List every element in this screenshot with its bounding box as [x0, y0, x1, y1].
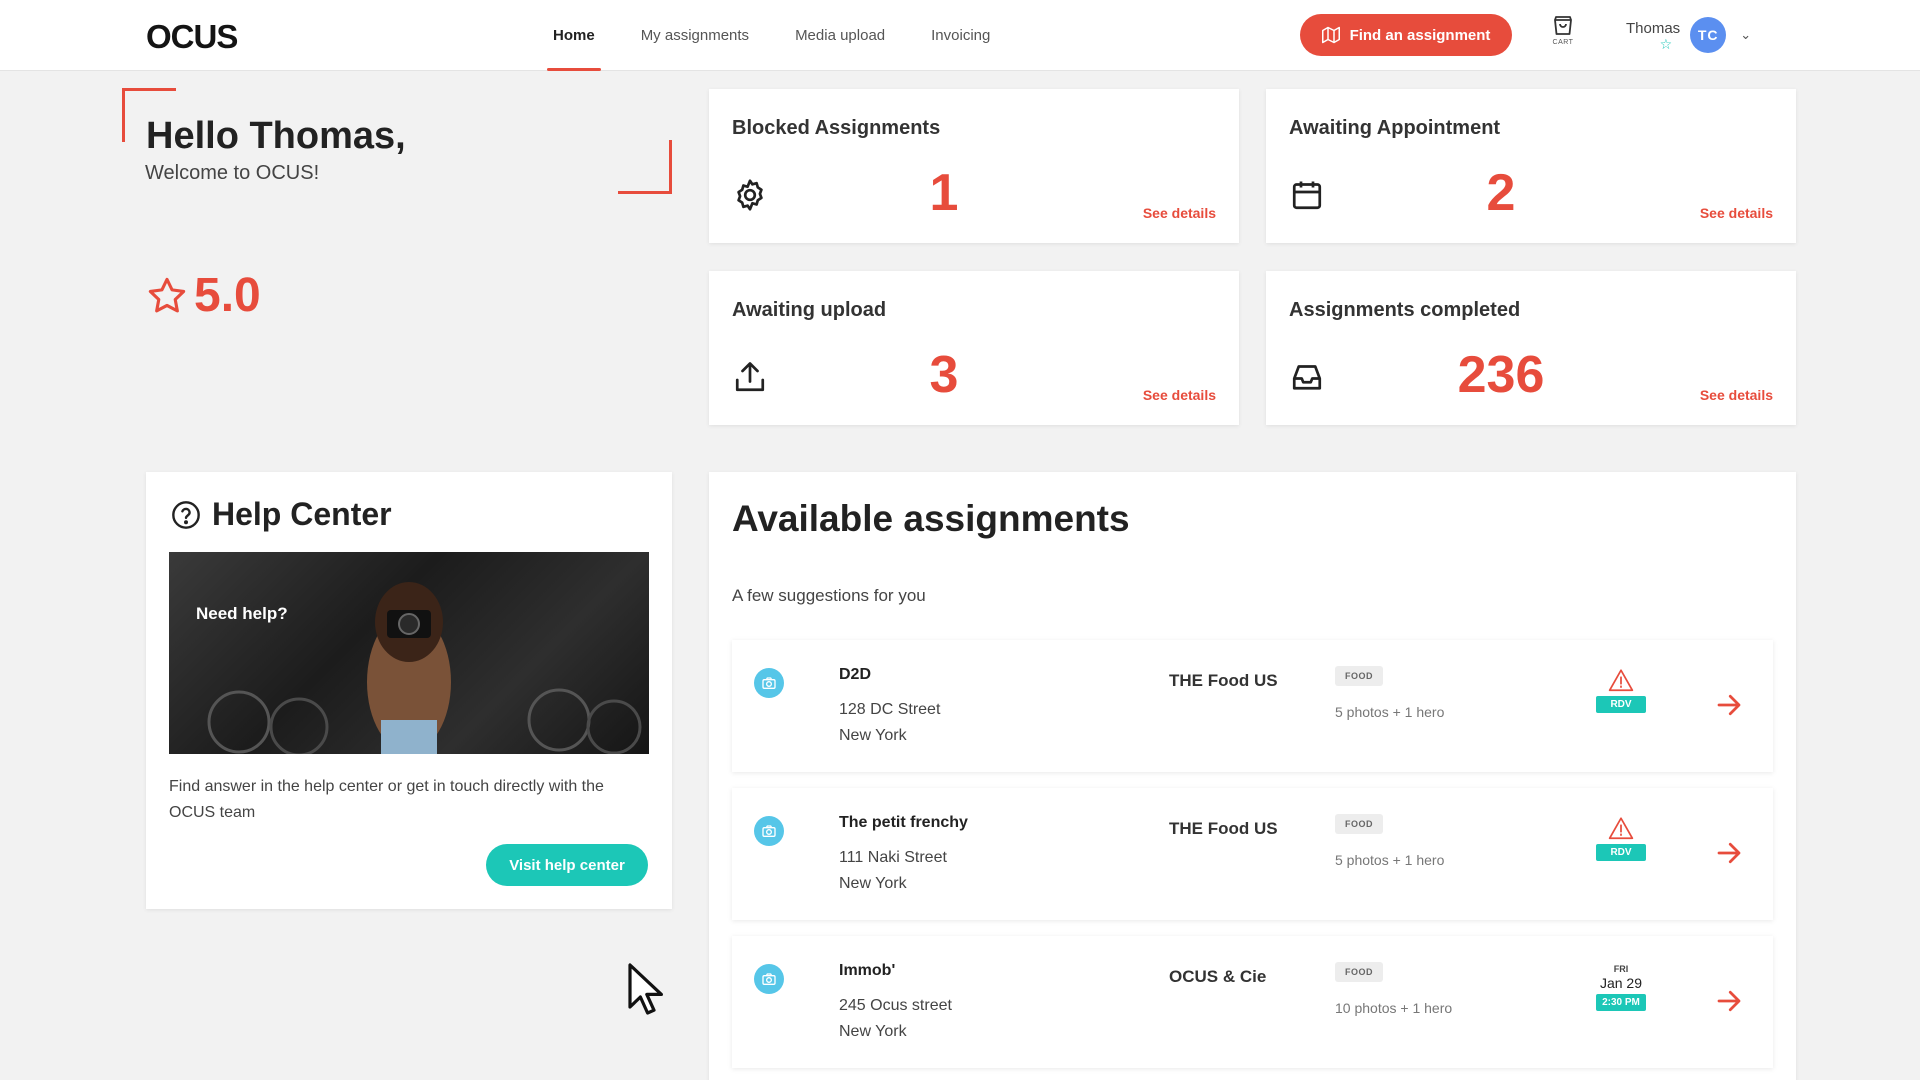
- photo-count: 10 photos + 1 hero: [1335, 1000, 1453, 1016]
- arrow-right-icon[interactable]: [1714, 838, 1744, 868]
- warning-icon: [1608, 669, 1634, 692]
- help-center-card: Help Center Need help? Find answer in th…: [146, 472, 672, 909]
- photographer-illustration: [207, 582, 642, 754]
- stat-card-awaiting-appointment: Awaiting Appointment 2 See details: [1266, 89, 1796, 243]
- stat-title: Awaiting upload: [732, 299, 887, 321]
- stat-title: Awaiting Appointment: [1289, 117, 1501, 139]
- stat-card-awaiting-upload: Awaiting upload 3 See details: [709, 271, 1239, 425]
- stat-value: 3: [929, 346, 959, 404]
- main-nav: Home My assignments Media upload Invoici…: [530, 0, 1013, 71]
- assignment-status: RDV: [1595, 668, 1647, 713]
- stat-card-completed: Assignments completed 236 See details: [1266, 271, 1796, 425]
- help-center-title-text: Help Center: [212, 496, 392, 532]
- photo-count: 5 photos + 1 hero: [1335, 852, 1445, 868]
- cart-button[interactable]: CART: [1548, 14, 1578, 56]
- avatar[interactable]: TC: [1690, 17, 1727, 53]
- photo-count: 5 photos + 1 hero: [1335, 704, 1445, 720]
- nav-my-assignments[interactable]: My assignments: [618, 0, 772, 71]
- stat-value: 2: [1486, 164, 1516, 222]
- see-details-link[interactable]: See details: [1143, 205, 1216, 221]
- camera-icon: [754, 668, 784, 698]
- rdv-badge: RDV: [1596, 696, 1646, 713]
- help-image-caption: Need help?: [196, 604, 288, 623]
- available-assignments-card: Available assignments A few suggestions …: [709, 472, 1796, 1080]
- find-assignment-label: Find an assignment: [1349, 26, 1491, 44]
- upload-icon: [735, 362, 765, 392]
- stat-value: 1: [929, 164, 959, 222]
- assignment-city: New York: [839, 727, 907, 744]
- appointment-time: 2:30 PM: [1596, 994, 1646, 1011]
- appointment-day: FRI: [1613, 964, 1629, 974]
- assignment-status: RDV: [1595, 816, 1647, 861]
- arrow-right-icon[interactable]: [1714, 690, 1744, 720]
- assignment-name: Immob': [839, 962, 896, 979]
- assignment-city: New York: [839, 875, 907, 892]
- stat-title: Assignments completed: [1289, 299, 1521, 321]
- calendar-icon: [1292, 181, 1322, 210]
- user-name: Thomas: [1626, 19, 1681, 37]
- assignment-client: THE Food US: [1169, 819, 1278, 838]
- decorative-corner-bottom-right: [618, 140, 672, 194]
- assignment-row[interactable]: The petit frenchy 111 Naki Street New Yo…: [732, 788, 1773, 920]
- map-icon: [1321, 26, 1340, 44]
- mouse-cursor-icon: [628, 963, 663, 1015]
- chevron-down-icon[interactable]: ⌄: [1740, 27, 1751, 43]
- find-assignment-button[interactable]: Find an assignment: [1300, 14, 1512, 56]
- assignment-street: 128 DC Street: [839, 701, 941, 718]
- assignment-client: OCUS & Cie: [1169, 967, 1267, 986]
- nav-home[interactable]: Home: [530, 0, 618, 71]
- appointment-date: FRI Jan 29 2:30 PM: [1595, 964, 1647, 1011]
- help-center-description: Find answer in the help center or get in…: [169, 778, 604, 821]
- available-assignments-title: Available assignments: [732, 498, 1130, 539]
- category-tag: FOOD: [1335, 962, 1383, 982]
- warning-icon: [1608, 817, 1634, 840]
- help-center-image: Need help?: [169, 552, 649, 754]
- stat-title: Blocked Assignments: [732, 117, 941, 139]
- see-details-link[interactable]: See details: [1700, 387, 1773, 403]
- stat-value: 236: [1457, 346, 1545, 404]
- cart-icon: [1554, 16, 1572, 35]
- user-name-block: Thomas ☆: [1626, 20, 1680, 51]
- rating: 5.0: [146, 268, 261, 323]
- rating-value: 5.0: [194, 269, 261, 322]
- assignment-city: New York: [839, 1023, 907, 1040]
- camera-icon: [754, 816, 784, 846]
- camera-icon: [754, 964, 784, 994]
- cart-label: CART: [1552, 39, 1574, 46]
- gear-icon: [737, 179, 763, 211]
- category-tag: FOOD: [1335, 814, 1383, 834]
- welcome-subtitle: Welcome to OCUS!: [145, 162, 320, 184]
- user-star-icon: ☆: [1659, 35, 1673, 52]
- appointment-date-text: Jan 29: [1599, 975, 1643, 991]
- visit-help-center-button[interactable]: Visit help center: [486, 844, 648, 886]
- greeting-title: Hello Thomas,: [146, 115, 406, 157]
- top-navigation-bar: OCUS Home My assignments Media upload In…: [0, 0, 1920, 71]
- assignment-row[interactable]: D2D 128 DC Street New York THE Food US F…: [732, 640, 1773, 772]
- assignment-name: The petit frenchy: [839, 814, 968, 831]
- user-menu[interactable]: Thomas ☆ TC ⌄: [1626, 14, 1751, 56]
- available-assignments-subtitle: A few suggestions for you: [732, 586, 926, 605]
- inbox-icon: [1292, 365, 1322, 390]
- assignment-client: THE Food US: [1169, 671, 1278, 690]
- ocus-logo[interactable]: OCUS: [146, 18, 238, 56]
- category-tag: FOOD: [1335, 666, 1383, 686]
- nav-media-upload[interactable]: Media upload: [772, 0, 908, 71]
- assignment-row[interactable]: Immob' 245 Ocus street New York OCUS & C…: [732, 936, 1773, 1068]
- assignment-street: 245 Ocus street: [839, 997, 952, 1014]
- star-icon: [148, 277, 186, 312]
- assignment-name: D2D: [839, 666, 872, 683]
- rdv-badge: RDV: [1596, 844, 1646, 861]
- see-details-link[interactable]: See details: [1700, 205, 1773, 221]
- assignment-street: 111 Naki Street: [839, 849, 947, 866]
- arrow-right-icon[interactable]: [1714, 986, 1744, 1016]
- nav-invoicing[interactable]: Invoicing: [908, 0, 1013, 71]
- help-center-title: Help Center: [170, 496, 392, 533]
- stat-card-blocked: Blocked Assignments 1 See details: [709, 89, 1239, 243]
- see-details-link[interactable]: See details: [1143, 387, 1216, 403]
- help-circle-icon: [172, 500, 200, 529]
